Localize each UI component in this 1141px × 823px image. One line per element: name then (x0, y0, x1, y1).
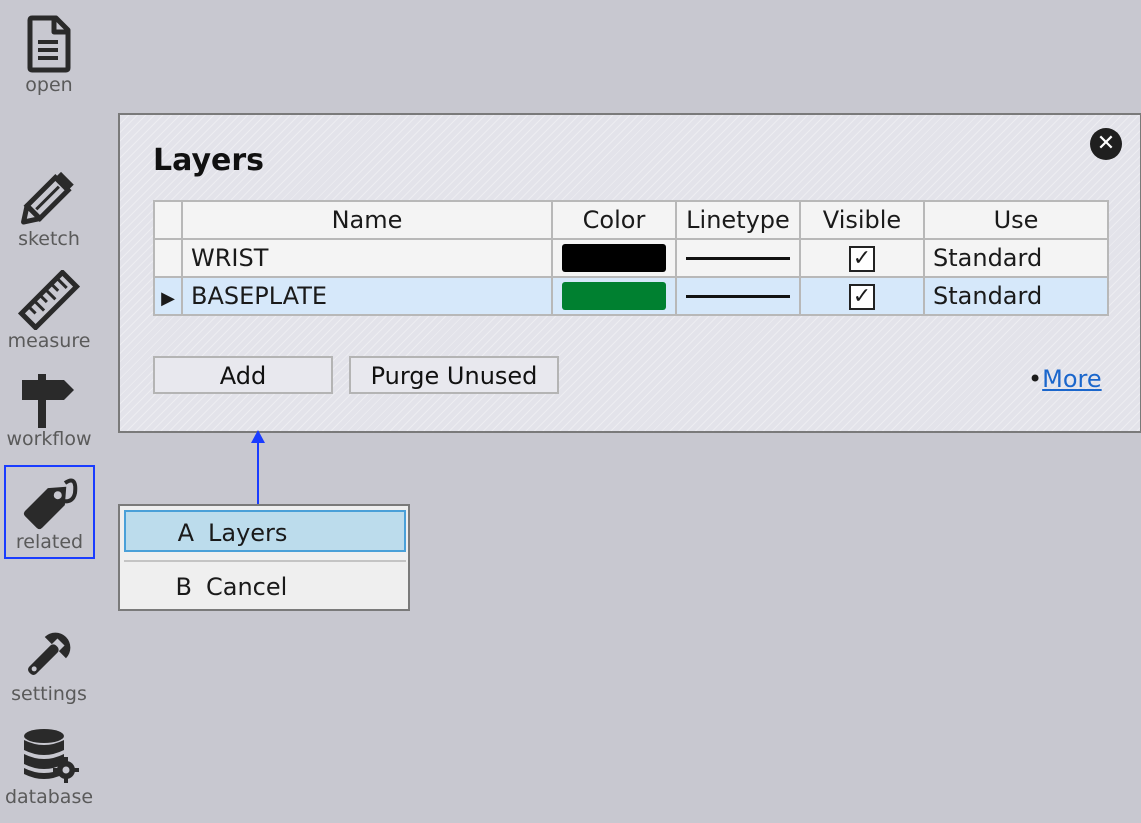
connector-arrow (251, 430, 265, 518)
menu-item-label: Cancel (206, 573, 288, 601)
menu-item-key: B (175, 573, 192, 601)
menu-item-label: Layers (208, 519, 288, 547)
menu-item-layers[interactable]: A Layers (124, 510, 406, 552)
context-menu: A Layers B Cancel (118, 504, 410, 611)
menu-divider (124, 560, 406, 562)
menu-item-key: A (177, 519, 194, 547)
menu-item-cancel[interactable]: B Cancel (124, 566, 406, 608)
